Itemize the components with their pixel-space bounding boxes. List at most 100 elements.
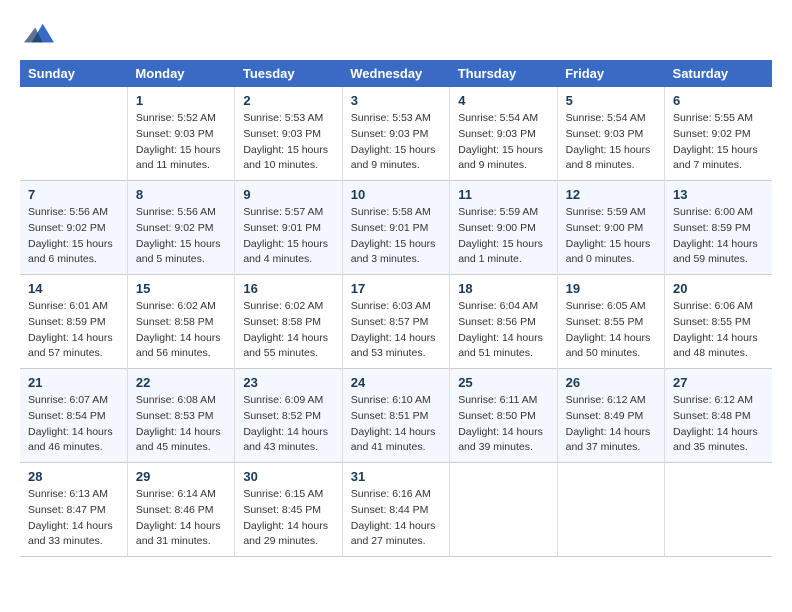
calendar-cell: 5 Sunrise: 5:54 AMSunset: 9:03 PMDaylight… xyxy=(557,87,664,181)
day-number: 31 xyxy=(351,469,441,484)
weekday-header-monday: Monday xyxy=(127,60,234,87)
day-number: 6 xyxy=(673,93,764,108)
day-number: 25 xyxy=(458,375,548,390)
cell-info: Sunrise: 6:12 AMSunset: 8:48 PMDaylight:… xyxy=(673,393,764,456)
cell-info: Sunrise: 6:05 AMSunset: 8:55 PMDaylight:… xyxy=(566,299,656,362)
day-number: 14 xyxy=(28,281,119,296)
day-number: 12 xyxy=(566,187,656,202)
weekday-header-row: SundayMondayTuesdayWednesdayThursdayFrid… xyxy=(20,60,772,87)
cell-info: Sunrise: 6:15 AMSunset: 8:45 PMDaylight:… xyxy=(243,487,333,550)
calendar-cell: 28Sunrise: 6:13 AMSunset: 8:47 PMDayligh… xyxy=(20,463,127,557)
day-number: 24 xyxy=(351,375,441,390)
calendar-cell: 14 Sunrise: 6:01 AMSunset: 8:59 PMDayligh… xyxy=(20,275,127,369)
cell-info: Sunrise: 6:04 AMSunset: 8:56 PMDaylight:… xyxy=(458,299,548,362)
calendar-cell: 18 Sunrise: 6:04 AMSunset: 8:56 PMDayligh… xyxy=(450,275,557,369)
cell-info: Sunrise: 5:56 AMSunset: 9:02 PMDaylight:… xyxy=(28,205,119,268)
calendar-cell: 30Sunrise: 6:15 AMSunset: 8:45 PMDayligh… xyxy=(235,463,342,557)
day-number: 19 xyxy=(566,281,656,296)
calendar-cell: 19 Sunrise: 6:05 AMSunset: 8:55 PMDayligh… xyxy=(557,275,664,369)
cell-info: Sunrise: 5:53 AMSunset: 9:03 PMDaylight:… xyxy=(351,111,441,174)
week-row-2: 7 Sunrise: 5:56 AMSunset: 9:02 PMDaylight… xyxy=(20,181,772,275)
week-row-3: 14 Sunrise: 6:01 AMSunset: 8:59 PMDayligh… xyxy=(20,275,772,369)
calendar-cell: 11 Sunrise: 5:59 AMSunset: 9:00 PMDayligh… xyxy=(450,181,557,275)
page-header xyxy=(20,20,772,50)
cell-info: Sunrise: 6:13 AMSunset: 8:47 PMDaylight:… xyxy=(28,487,119,550)
cell-info: Sunrise: 5:53 AMSunset: 9:03 PMDaylight:… xyxy=(243,111,333,174)
calendar-cell: 21Sunrise: 6:07 AMSunset: 8:54 PMDayligh… xyxy=(20,369,127,463)
calendar-cell: 20 Sunrise: 6:06 AMSunset: 8:55 PMDayligh… xyxy=(665,275,772,369)
cell-info: Sunrise: 6:14 AMSunset: 8:46 PMDaylight:… xyxy=(136,487,226,550)
cell-info: Sunrise: 6:11 AMSunset: 8:50 PMDaylight:… xyxy=(458,393,548,456)
weekday-header-sunday: Sunday xyxy=(20,60,127,87)
calendar-cell xyxy=(557,463,664,557)
calendar-cell: 1 Sunrise: 5:52 AMSunset: 9:03 PMDaylight… xyxy=(127,87,234,181)
cell-info: Sunrise: 5:54 AMSunset: 9:03 PMDaylight:… xyxy=(566,111,656,174)
cell-info: Sunrise: 6:06 AMSunset: 8:55 PMDaylight:… xyxy=(673,299,764,362)
cell-info: Sunrise: 5:59 AMSunset: 9:00 PMDaylight:… xyxy=(566,205,656,268)
calendar-cell: 6 Sunrise: 5:55 AMSunset: 9:02 PMDaylight… xyxy=(665,87,772,181)
day-number: 8 xyxy=(136,187,226,202)
day-number: 27 xyxy=(673,375,764,390)
weekday-header-tuesday: Tuesday xyxy=(235,60,342,87)
cell-info: Sunrise: 6:10 AMSunset: 8:51 PMDaylight:… xyxy=(351,393,441,456)
day-number: 10 xyxy=(351,187,441,202)
cell-info: Sunrise: 5:59 AMSunset: 9:00 PMDaylight:… xyxy=(458,205,548,268)
cell-info: Sunrise: 6:00 AMSunset: 8:59 PMDaylight:… xyxy=(673,205,764,268)
day-number: 7 xyxy=(28,187,119,202)
cell-info: Sunrise: 6:01 AMSunset: 8:59 PMDaylight:… xyxy=(28,299,119,362)
calendar-cell: 22Sunrise: 6:08 AMSunset: 8:53 PMDayligh… xyxy=(127,369,234,463)
week-row-1: 1 Sunrise: 5:52 AMSunset: 9:03 PMDaylight… xyxy=(20,87,772,181)
cell-info: Sunrise: 6:09 AMSunset: 8:52 PMDaylight:… xyxy=(243,393,333,456)
calendar-cell: 9 Sunrise: 5:57 AMSunset: 9:01 PMDaylight… xyxy=(235,181,342,275)
cell-info: Sunrise: 5:57 AMSunset: 9:01 PMDaylight:… xyxy=(243,205,333,268)
day-number: 11 xyxy=(458,187,548,202)
day-number: 13 xyxy=(673,187,764,202)
day-number: 23 xyxy=(243,375,333,390)
calendar-cell: 23 Sunrise: 6:09 AMSunset: 8:52 PMDayligh… xyxy=(235,369,342,463)
cell-info: Sunrise: 5:54 AMSunset: 9:03 PMDaylight:… xyxy=(458,111,548,174)
calendar-cell: 31 Sunrise: 6:16 AMSunset: 8:44 PMDayligh… xyxy=(342,463,449,557)
calendar-cell: 4 Sunrise: 5:54 AMSunset: 9:03 PMDaylight… xyxy=(450,87,557,181)
cell-info: Sunrise: 6:02 AMSunset: 8:58 PMDaylight:… xyxy=(136,299,226,362)
calendar-table: SundayMondayTuesdayWednesdayThursdayFrid… xyxy=(20,60,772,557)
cell-info: Sunrise: 6:07 AMSunset: 8:54 PMDaylight:… xyxy=(28,393,119,456)
cell-info: Sunrise: 5:56 AMSunset: 9:02 PMDaylight:… xyxy=(136,205,226,268)
day-number: 20 xyxy=(673,281,764,296)
day-number: 22 xyxy=(136,375,226,390)
calendar-cell: 12 Sunrise: 5:59 AMSunset: 9:00 PMDayligh… xyxy=(557,181,664,275)
day-number: 26 xyxy=(566,375,656,390)
calendar-cell: 7 Sunrise: 5:56 AMSunset: 9:02 PMDaylight… xyxy=(20,181,127,275)
day-number: 5 xyxy=(566,93,656,108)
day-number: 15 xyxy=(136,281,226,296)
cell-info: Sunrise: 6:02 AMSunset: 8:58 PMDaylight:… xyxy=(243,299,333,362)
weekday-header-saturday: Saturday xyxy=(665,60,772,87)
day-number: 1 xyxy=(136,93,226,108)
calendar-cell: 3Sunrise: 5:53 AMSunset: 9:03 PMDaylight… xyxy=(342,87,449,181)
day-number: 18 xyxy=(458,281,548,296)
logo-icon xyxy=(24,20,54,50)
calendar-cell: 26Sunrise: 6:12 AMSunset: 8:49 PMDayligh… xyxy=(557,369,664,463)
calendar-cell: 27 Sunrise: 6:12 AMSunset: 8:48 PMDayligh… xyxy=(665,369,772,463)
calendar-cell: 15 Sunrise: 6:02 AMSunset: 8:58 PMDayligh… xyxy=(127,275,234,369)
weekday-header-friday: Friday xyxy=(557,60,664,87)
calendar-cell: 24 Sunrise: 6:10 AMSunset: 8:51 PMDayligh… xyxy=(342,369,449,463)
day-number: 17 xyxy=(351,281,441,296)
week-row-4: 21Sunrise: 6:07 AMSunset: 8:54 PMDayligh… xyxy=(20,369,772,463)
cell-info: Sunrise: 6:16 AMSunset: 8:44 PMDaylight:… xyxy=(351,487,441,550)
calendar-cell: 17 Sunrise: 6:03 AMSunset: 8:57 PMDayligh… xyxy=(342,275,449,369)
day-number: 29 xyxy=(136,469,226,484)
cell-info: Sunrise: 5:52 AMSunset: 9:03 PMDaylight:… xyxy=(136,111,226,174)
day-number: 4 xyxy=(458,93,548,108)
cell-info: Sunrise: 5:55 AMSunset: 9:02 PMDaylight:… xyxy=(673,111,764,174)
day-number: 16 xyxy=(243,281,333,296)
calendar-cell xyxy=(20,87,127,181)
weekday-header-thursday: Thursday xyxy=(450,60,557,87)
weekday-header-wednesday: Wednesday xyxy=(342,60,449,87)
cell-info: Sunrise: 6:03 AMSunset: 8:57 PMDaylight:… xyxy=(351,299,441,362)
calendar-cell: 29 Sunrise: 6:14 AMSunset: 8:46 PMDayligh… xyxy=(127,463,234,557)
calendar-cell: 2Sunrise: 5:53 AMSunset: 9:03 PMDaylight… xyxy=(235,87,342,181)
week-row-5: 28Sunrise: 6:13 AMSunset: 8:47 PMDayligh… xyxy=(20,463,772,557)
day-number: 9 xyxy=(243,187,333,202)
calendar-cell xyxy=(665,463,772,557)
calendar-cell: 13 Sunrise: 6:00 AMSunset: 8:59 PMDayligh… xyxy=(665,181,772,275)
